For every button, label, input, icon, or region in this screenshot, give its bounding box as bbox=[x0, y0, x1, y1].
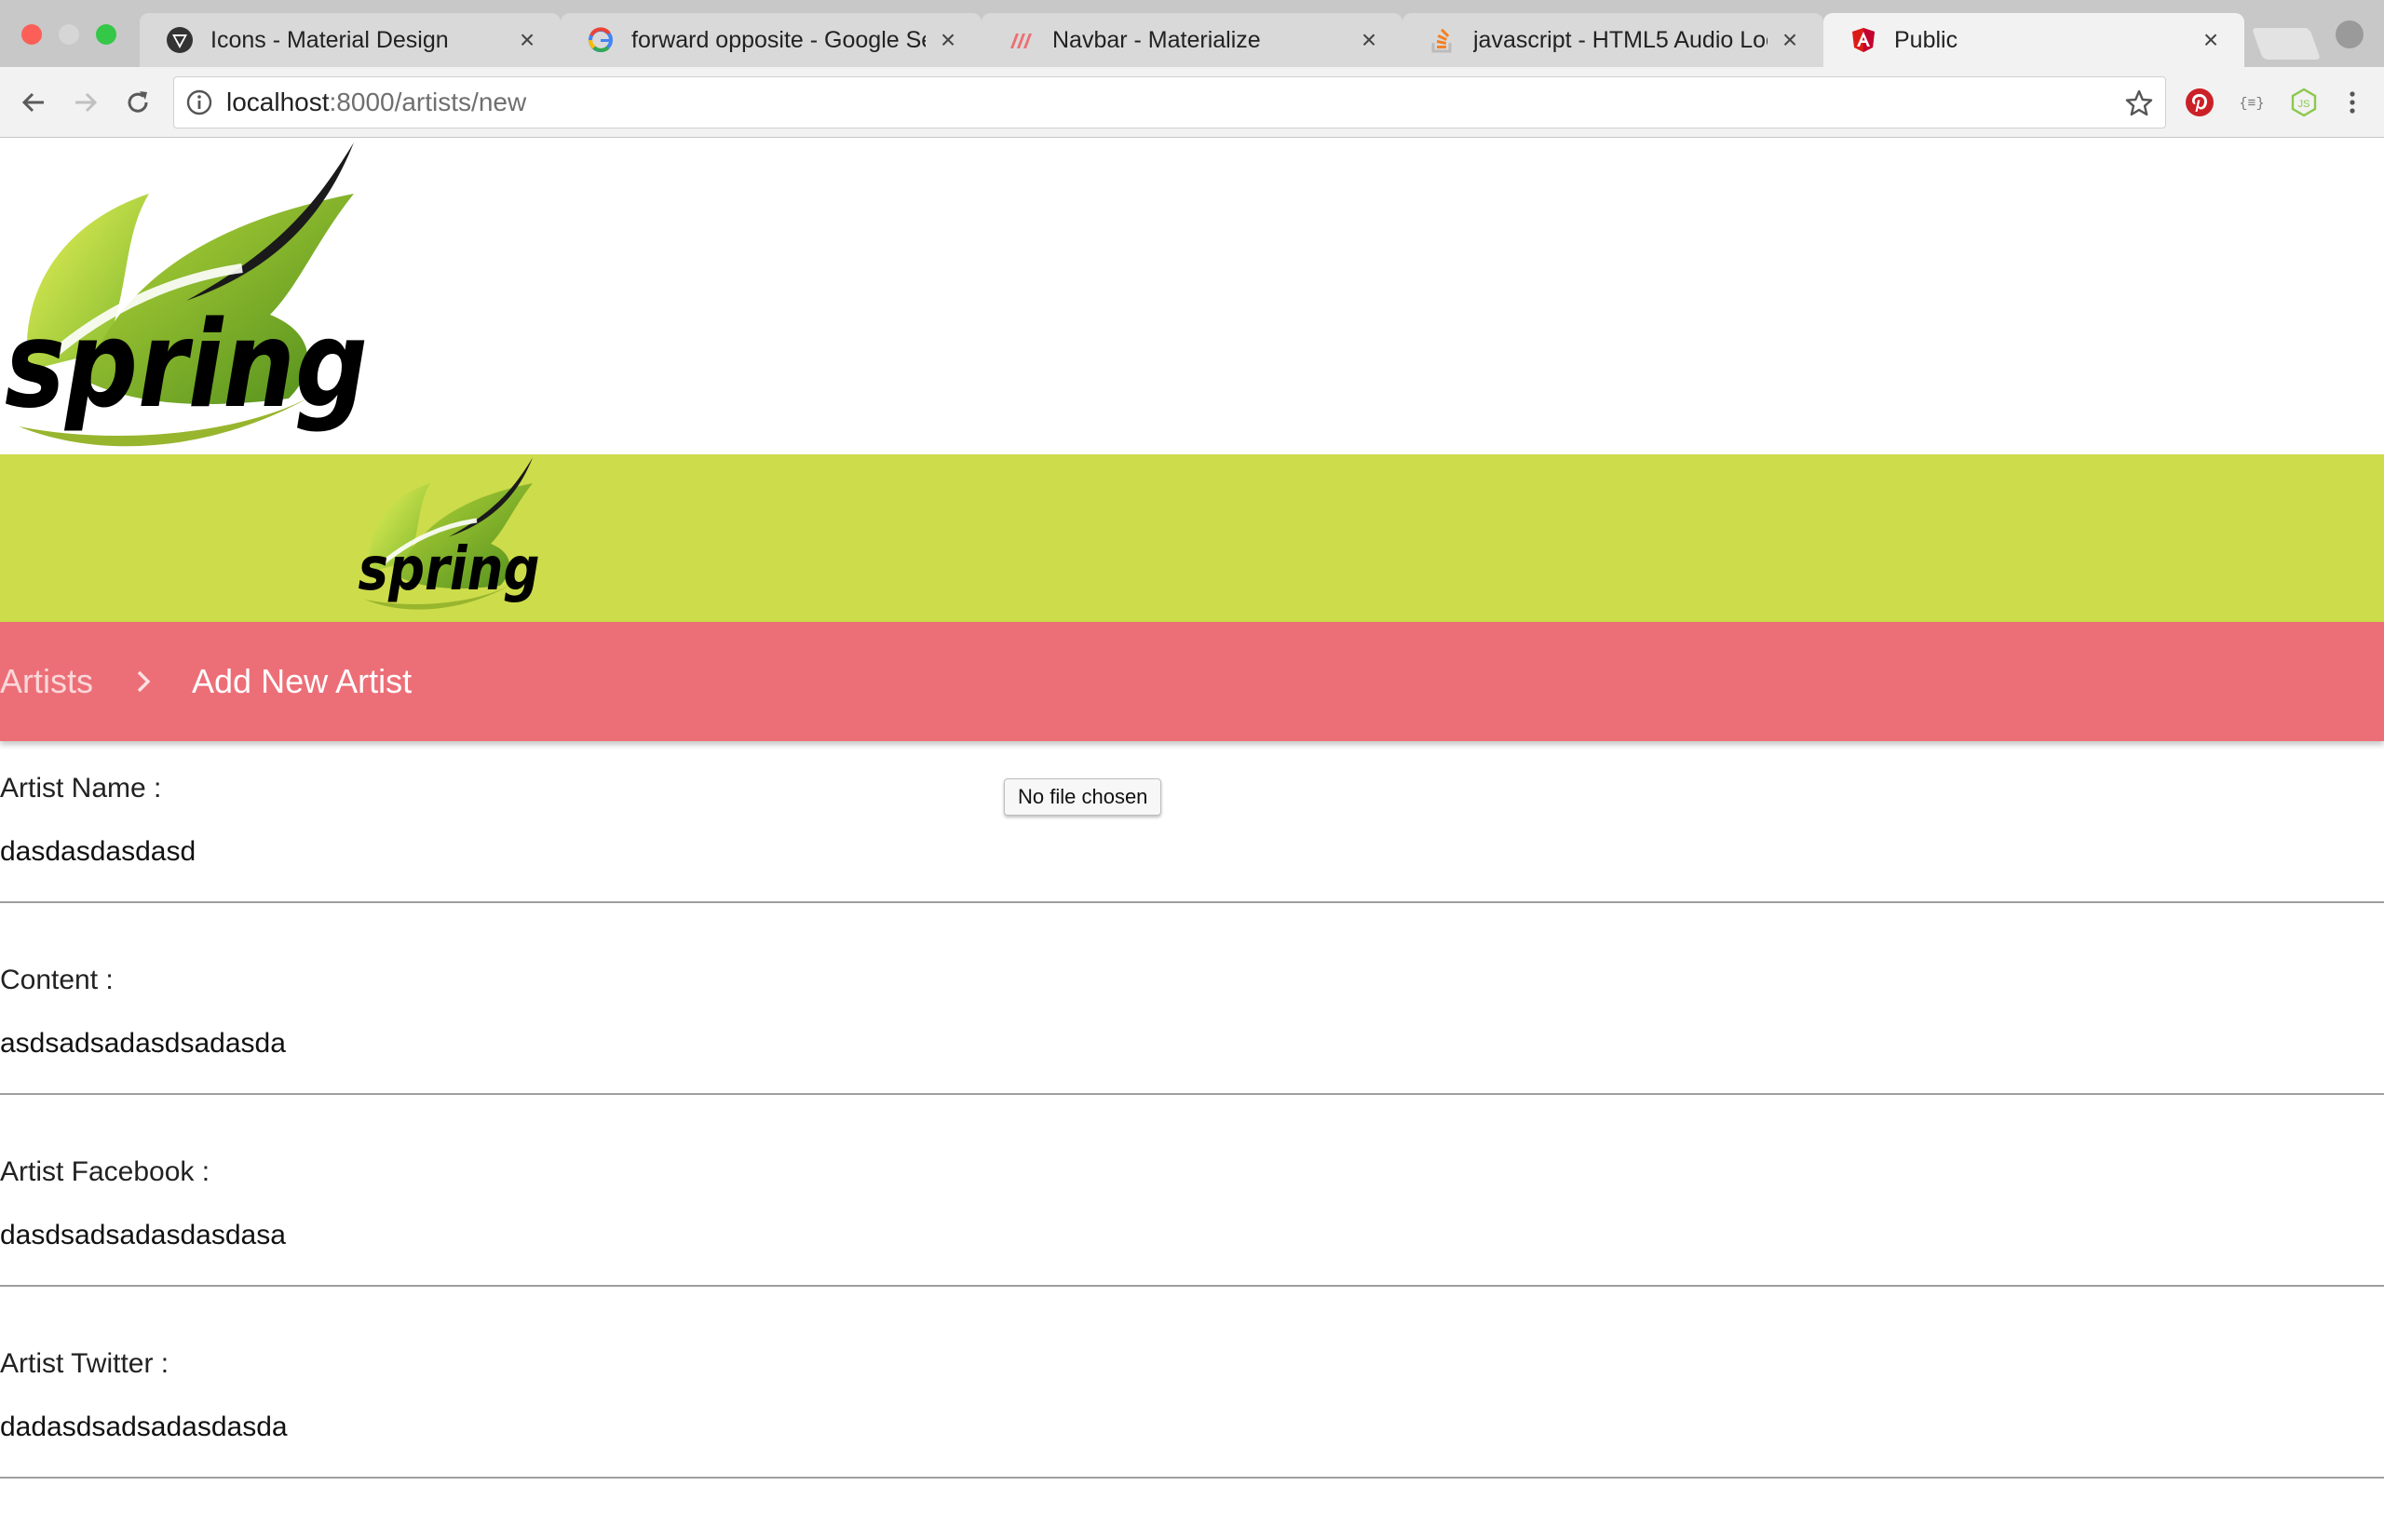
materialize-favicon bbox=[1008, 26, 1036, 54]
field-label: Content : bbox=[0, 965, 114, 995]
content-field: Content : asdsadsadasdsadasda bbox=[0, 965, 2384, 1156]
forward-arrow-icon bbox=[75, 92, 98, 113]
address-bar[interactable]: localhost:8000/artists/new bbox=[173, 76, 2166, 128]
window-zoom-button[interactable] bbox=[96, 24, 116, 45]
spring-logo-text: spring bbox=[5, 296, 368, 435]
tab-navbar-materialize[interactable]: Navbar - Materialize × bbox=[982, 13, 1402, 67]
tab-close-icon[interactable]: × bbox=[514, 25, 540, 54]
tab-title: forward opposite - Google Sea bbox=[631, 26, 926, 53]
tab-stackoverflow[interactable]: javascript - HTML5 Audio Loo × bbox=[1402, 13, 1823, 67]
artist-facebook-input[interactable]: dasdsadsadasdasdasa bbox=[0, 1220, 286, 1251]
spring-logo-small: spring bbox=[359, 457, 540, 610]
reload-icon bbox=[128, 91, 148, 113]
artist-twitter-input[interactable]: dadasdsadsadasdasda bbox=[0, 1412, 288, 1443]
tab-title: Public bbox=[1894, 26, 1958, 53]
breadcrumb-artists-link[interactable]: Artists bbox=[0, 662, 93, 701]
tab-close-icon[interactable]: × bbox=[935, 25, 961, 54]
content-input[interactable]: asdsadsadasdsadasda bbox=[0, 1028, 286, 1060]
bookmark-star-icon[interactable] bbox=[2124, 88, 2154, 118]
google-favicon bbox=[587, 26, 615, 54]
angular-favicon bbox=[1849, 26, 1877, 54]
field-label: Artist Name : bbox=[0, 773, 162, 804]
svg-text:JS: JS bbox=[2298, 99, 2310, 110]
new-tab-button[interactable] bbox=[2251, 28, 2322, 60]
browser-toolbar: localhost:8000/artists/new {≡} JS bbox=[0, 67, 2384, 138]
url-host: localhost bbox=[226, 88, 330, 116]
back-arrow-icon bbox=[21, 92, 44, 113]
url-text: localhost:8000/artists/new bbox=[226, 88, 526, 117]
tab-close-icon[interactable]: × bbox=[1777, 25, 1803, 54]
browser-tabstrip: Icons - Material Design × forward opposi… bbox=[0, 0, 2384, 67]
breadcrumb-current: Add New Artist bbox=[192, 662, 413, 700]
input-underline bbox=[0, 1093, 2384, 1095]
chevron-right-icon bbox=[125, 663, 162, 700]
page-content: spring spring Artists Add New Artist No … bbox=[0, 138, 2384, 1490]
back-button[interactable] bbox=[15, 84, 52, 121]
window-minimize-button[interactable] bbox=[59, 24, 79, 45]
window-close-button[interactable] bbox=[21, 24, 42, 45]
reload-button[interactable] bbox=[119, 84, 156, 121]
url-path: :8000/artists/new bbox=[329, 88, 527, 116]
tab-close-icon[interactable]: × bbox=[2198, 25, 2224, 54]
svg-text:{≡}: {≡} bbox=[2239, 96, 2264, 112]
chrome-menu-icon[interactable] bbox=[2336, 86, 2369, 119]
site-info-icon[interactable] bbox=[185, 88, 213, 116]
tab-icons-material-design[interactable]: Icons - Material Design × bbox=[140, 13, 561, 67]
input-underline bbox=[0, 1285, 2384, 1287]
artist-name-input[interactable]: dasdasdasdasd bbox=[0, 836, 196, 868]
field-label: Artist Facebook : bbox=[0, 1156, 210, 1187]
profile-avatar-icon[interactable] bbox=[2336, 20, 2364, 48]
spring-logo-text: spring bbox=[359, 535, 540, 604]
artist-twitter-field: Artist Twitter : dadasdsadsadasdasda bbox=[0, 1348, 2384, 1540]
artist-facebook-field: Artist Facebook : dasdsadsadasdasdasa bbox=[0, 1156, 2384, 1348]
input-underline bbox=[0, 901, 2384, 903]
tab-title: Navbar - Materialize bbox=[1052, 26, 1261, 53]
stackoverflow-favicon bbox=[1429, 26, 1456, 54]
breadcrumb: Artists Add New Artist bbox=[0, 622, 2384, 741]
json-formatter-icon[interactable]: {≡} bbox=[2235, 86, 2269, 119]
tab-title: Icons - Material Design bbox=[210, 26, 449, 53]
tab-close-icon[interactable]: × bbox=[1356, 25, 1382, 54]
input-underline bbox=[0, 1477, 2384, 1479]
artist-name-field: Artist Name : dasdasdasdasd bbox=[0, 773, 2384, 965]
nodejs-icon[interactable]: JS bbox=[2287, 86, 2321, 119]
brand-band: spring bbox=[0, 454, 2384, 622]
field-label: Artist Twitter : bbox=[0, 1348, 169, 1379]
pinterest-icon[interactable] bbox=[2183, 86, 2216, 119]
spring-logo-large: spring bbox=[5, 142, 368, 447]
forward-button[interactable] bbox=[67, 84, 104, 121]
material-design-favicon bbox=[166, 26, 194, 54]
tab-title: javascript - HTML5 Audio Loo bbox=[1473, 26, 1768, 53]
tab-google-search[interactable]: forward opposite - Google Sea × bbox=[561, 13, 982, 67]
tab-public[interactable]: Public × bbox=[1823, 13, 2244, 67]
